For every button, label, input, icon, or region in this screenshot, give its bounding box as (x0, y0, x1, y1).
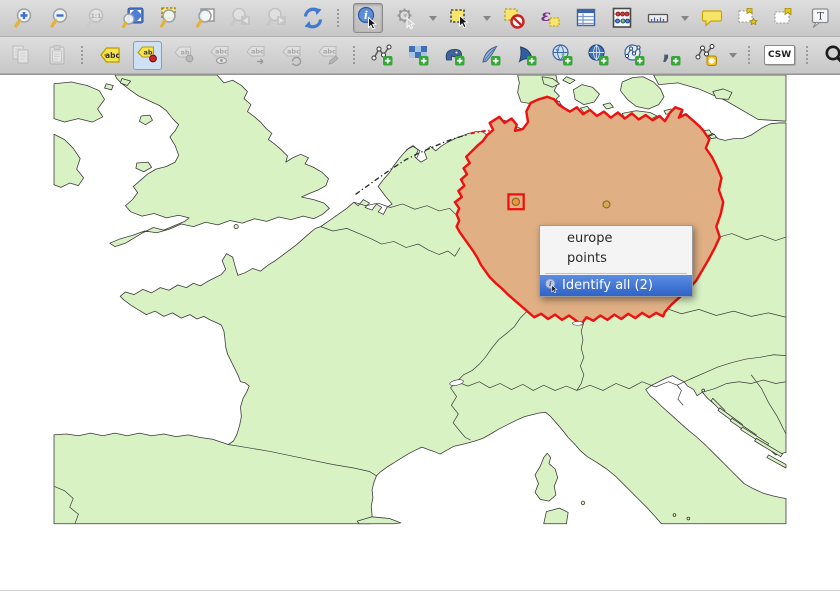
attribute-table-icon[interactable] (573, 5, 599, 31)
toolbar-separator (353, 46, 358, 64)
toolbar-separator (748, 46, 753, 64)
copy-style-icon (8, 42, 34, 68)
toolbar-separator (337, 9, 342, 27)
select-features-dropdown[interactable] (483, 16, 491, 25)
metasearch-csw-button[interactable]: CSW (764, 45, 795, 65)
add-wms-layer-icon[interactable] (549, 42, 575, 68)
deselect-features-icon[interactable] (501, 5, 527, 31)
zoom-last-icon (228, 5, 254, 31)
paste-style-icon (44, 42, 70, 68)
map-canvas[interactable]: europe points i Identify all (2) (0, 74, 840, 590)
rotate-label-icon: abc (280, 42, 306, 68)
toolbar-separator (81, 46, 86, 64)
new-bookmark-icon[interactable] (735, 5, 761, 31)
menu-separator (545, 273, 687, 274)
show-hide-labels-icon: abc (208, 42, 234, 68)
svg-text:,: , (662, 40, 670, 65)
toolbar-separator (806, 46, 811, 64)
zoom-actual-size-icon: 1:1 (84, 5, 110, 31)
svg-text:abc: abc (287, 48, 300, 56)
zoom-to-layer-icon[interactable] (192, 5, 218, 31)
map-tips-icon[interactable] (699, 5, 725, 31)
toolbar-row-1: 1:1 i (0, 0, 840, 37)
add-postgis-layer-icon[interactable] (441, 42, 467, 68)
show-bookmarks-icon[interactable] (771, 5, 797, 31)
refresh-icon[interactable] (300, 5, 326, 31)
add-mssql-layer-icon[interactable] (513, 42, 539, 68)
identify-menu-icon: i (540, 278, 562, 293)
map-svg (0, 75, 840, 590)
pin-labels-icon[interactable]: ab (133, 41, 162, 70)
qgis-window: 1:1 i (0, 0, 840, 591)
lake-constance (572, 321, 582, 325)
svg-text:abc: abc (251, 48, 264, 56)
svg-text:abc: abc (215, 48, 228, 56)
svg-text:abc: abc (105, 51, 120, 60)
menu-item-layer-points[interactable]: points (540, 249, 692, 269)
isle-of-wight (234, 225, 238, 229)
zoom-full-extent-icon[interactable] (120, 5, 146, 31)
move-label-icon: abc (244, 42, 270, 68)
add-layer-dropdown[interactable] (729, 53, 737, 62)
zoom-next-icon (264, 5, 290, 31)
identify-context-menu: europe points i Identify all (2) (539, 225, 693, 297)
highlight-pinned-labels-icon: ab (172, 42, 198, 68)
toolbar-row-2: abc ab ab abc abc abc abc (0, 37, 840, 74)
add-virtual-layer-icon[interactable] (693, 42, 719, 68)
zoom-to-selection-icon[interactable] (156, 5, 182, 31)
text-annotation-icon[interactable]: T (807, 5, 833, 31)
change-label-icon: abc (316, 42, 342, 68)
svg-text:1:1: 1:1 (91, 13, 102, 20)
svg-text:T: T (817, 12, 824, 23)
menu-item-layer-europe[interactable]: europe (540, 229, 692, 249)
select-by-expression-icon[interactable]: ε (537, 5, 563, 31)
select-features-icon[interactable] (447, 5, 473, 31)
add-wcs-layer-icon[interactable] (585, 42, 611, 68)
zoom-in-icon[interactable] (12, 5, 38, 31)
feature-action-dropdown[interactable] (429, 16, 437, 25)
new-shapefile-layer-icon[interactable] (369, 42, 395, 68)
add-spatialite-layer-icon[interactable] (477, 42, 503, 68)
islet (687, 517, 690, 520)
svg-text:abc: abc (323, 48, 336, 56)
svg-text:i: i (364, 9, 368, 22)
add-wfs-layer-icon[interactable] (621, 42, 647, 68)
identify-all-label: Identify all (2) (562, 278, 653, 293)
measure-dropdown[interactable] (681, 16, 689, 25)
statistical-summary-icon[interactable] (609, 5, 635, 31)
point-feature-2[interactable] (603, 201, 610, 208)
run-feature-action-icon[interactable] (393, 5, 419, 31)
layer-labeling-icon[interactable]: abc (97, 42, 123, 68)
add-delimited-text-layer-icon[interactable]: , (657, 42, 683, 68)
new-spatialite-layer-icon[interactable] (405, 42, 431, 68)
search-icon[interactable] (822, 42, 840, 68)
islet (673, 514, 676, 517)
measure-icon[interactable] (645, 5, 671, 31)
zoom-out-icon[interactable] (48, 5, 74, 31)
point-feature-1[interactable] (512, 198, 519, 205)
svg-text:i: i (548, 280, 551, 288)
identify-features-button[interactable]: i (353, 3, 383, 33)
menu-item-identify-all[interactable]: i Identify all (2) (540, 275, 692, 296)
elba (581, 501, 584, 504)
